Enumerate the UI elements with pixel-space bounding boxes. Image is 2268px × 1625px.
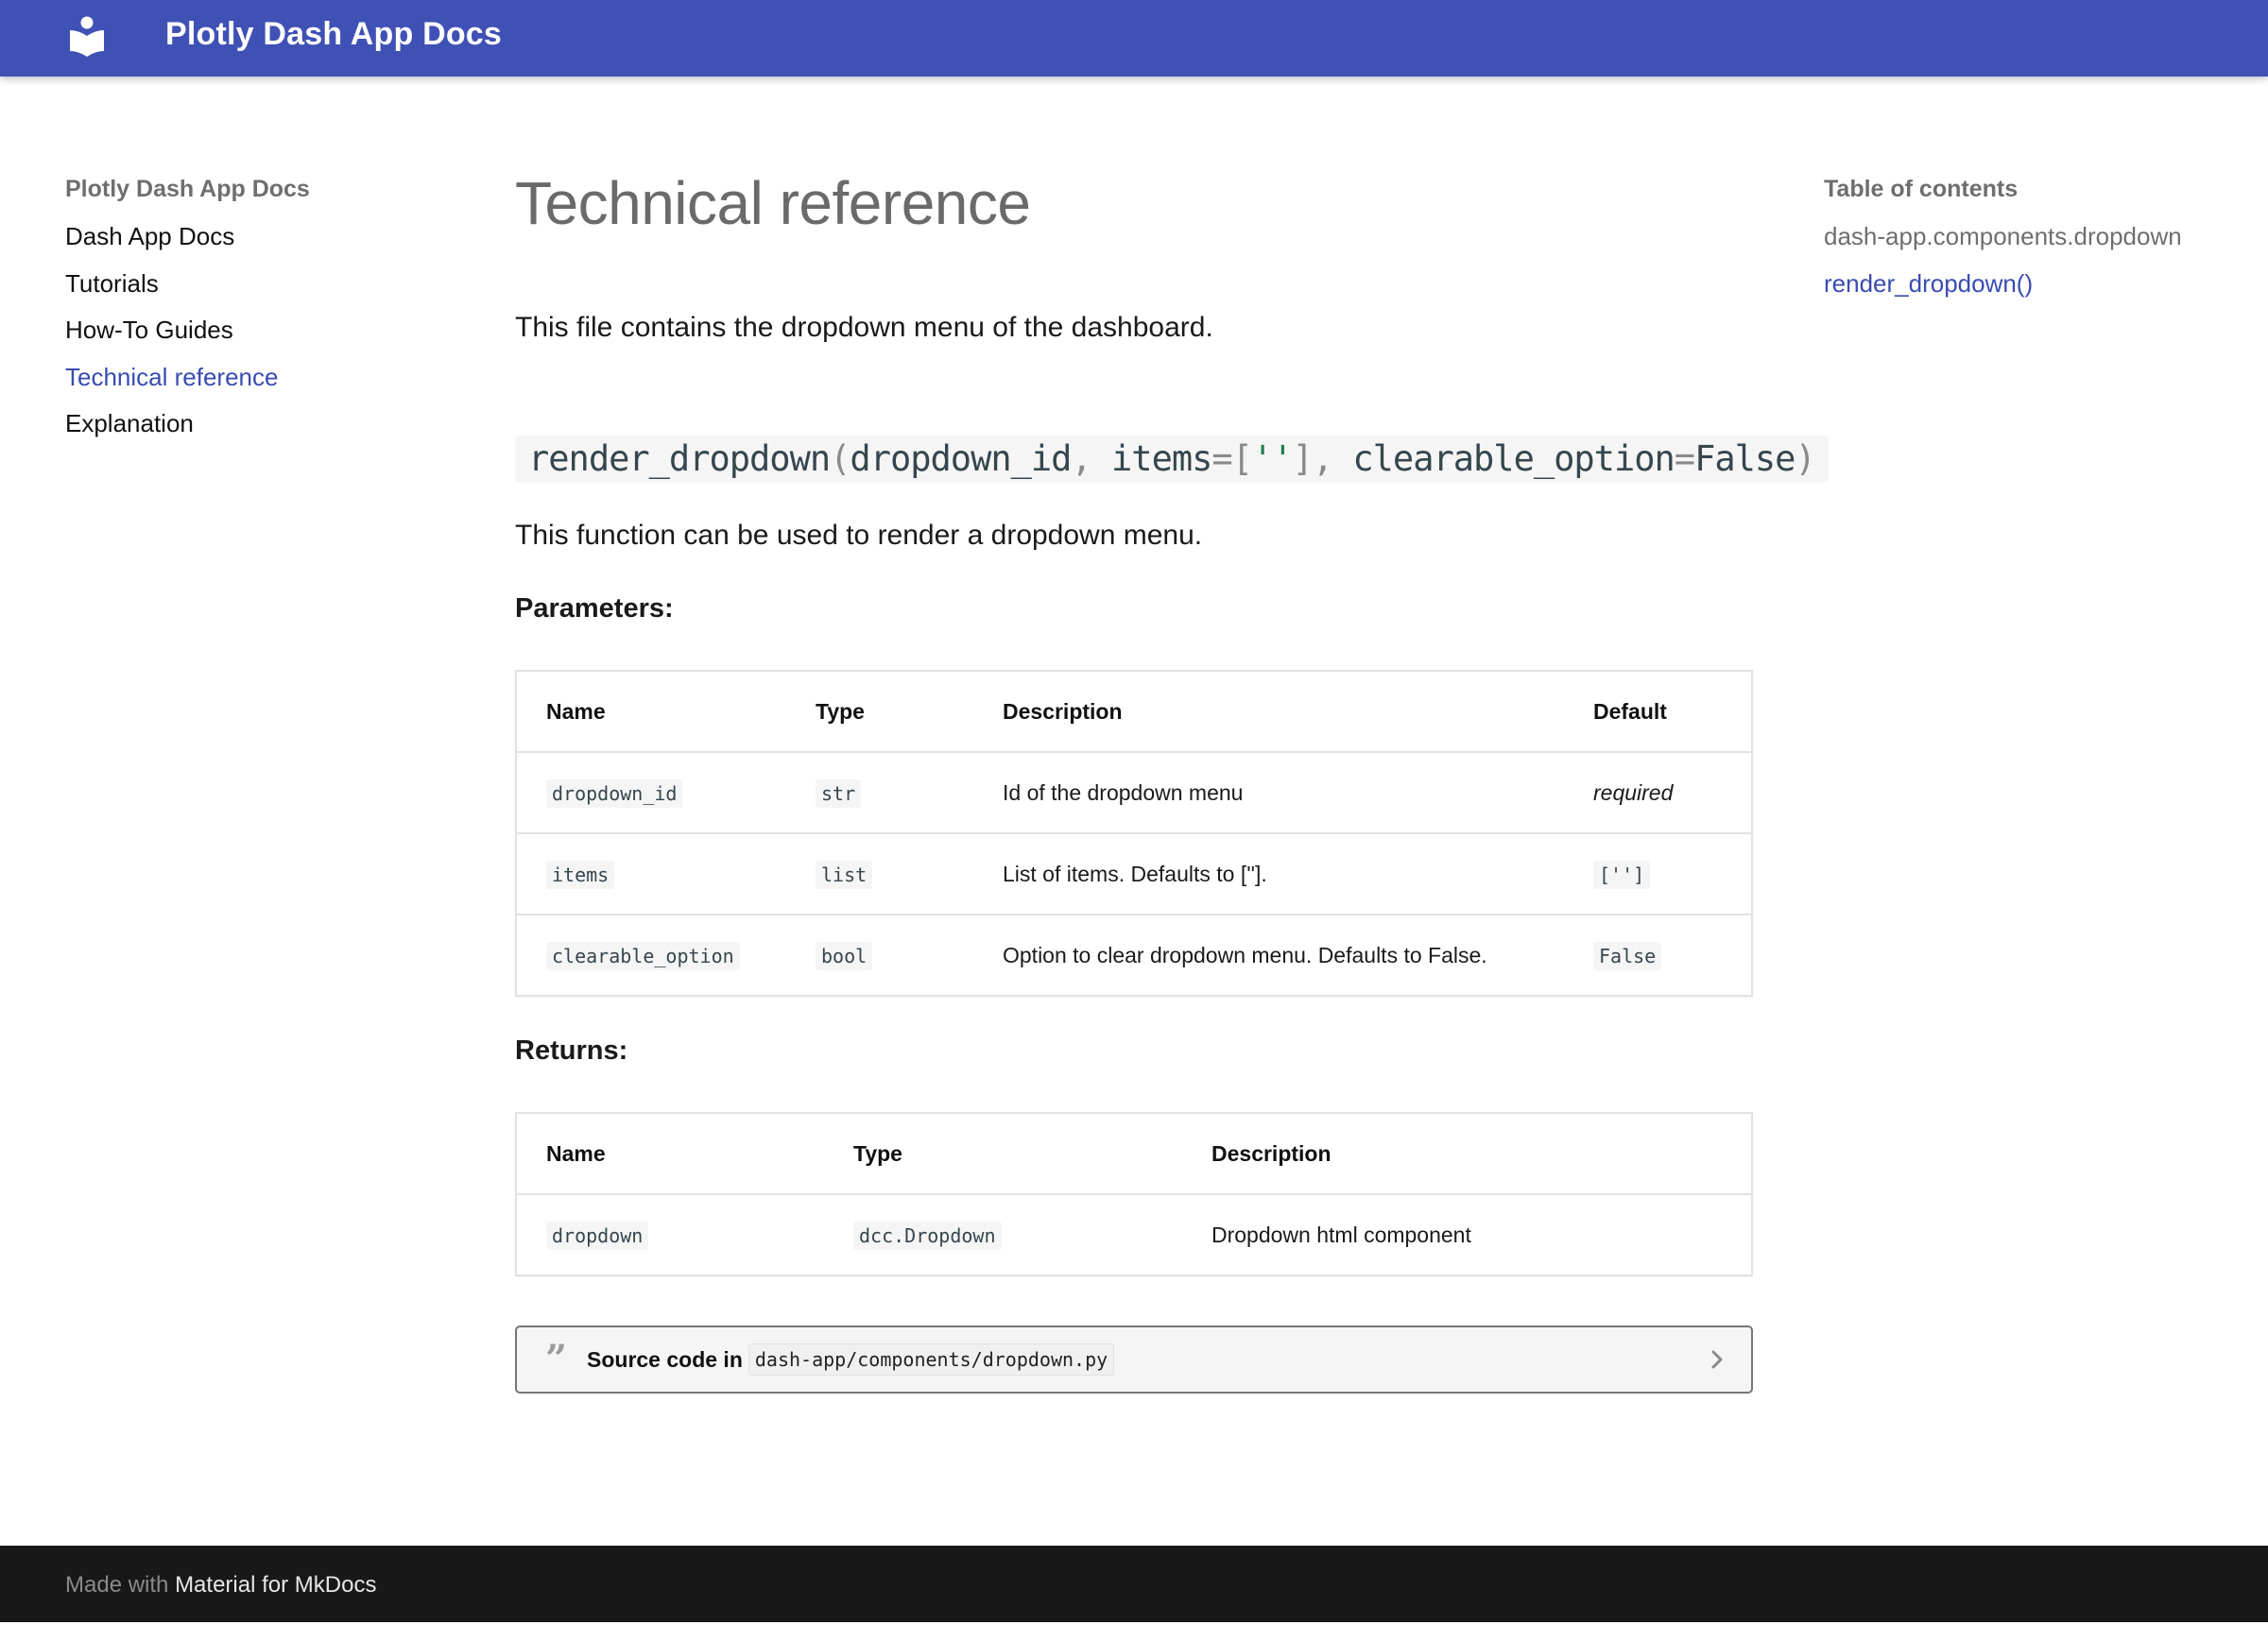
return-type-code: dcc.Dropdown	[853, 1221, 1002, 1250]
cell-default: required	[1564, 752, 1752, 834]
return-name-code: dropdown	[546, 1221, 649, 1250]
param-default-required: required	[1593, 779, 1674, 805]
table-row: dropdown dcc.Dropdown Dropdown html comp…	[516, 1194, 1752, 1275]
material-mkdocs-link[interactable]: Material for MkDocs	[175, 1572, 376, 1598]
param-dropdown-id: dropdown_id	[850, 438, 1072, 479]
cell-name: items	[516, 833, 786, 915]
paren-open: (	[830, 438, 850, 479]
page-title: Technical reference	[515, 169, 1031, 237]
footer: Made with Material for MkDocs	[0, 1546, 2268, 1622]
column-header-default: Default	[1564, 671, 1752, 753]
home-logo-link[interactable]	[68, 15, 106, 59]
param-description: List of items. Defaults to [''].	[973, 833, 1564, 915]
cell-type: dcc.Dropdown	[824, 1194, 1182, 1275]
function-name: render_dropdown	[528, 438, 831, 479]
cell-type: list	[786, 833, 973, 915]
quote-icon: ”	[545, 1337, 567, 1381]
equals: =	[1674, 438, 1695, 479]
column-header-type: Type	[786, 671, 973, 753]
toc-item-module[interactable]: dash-app.components.dropdown	[1824, 217, 2240, 265]
returns-heading: Returns:	[515, 1035, 628, 1066]
cell-name: dropdown_id	[516, 752, 786, 834]
comma: ,	[1312, 438, 1333, 479]
bracket-close: ]	[1292, 438, 1314, 479]
column-header-type: Type	[824, 1113, 1182, 1195]
param-type-code: list	[816, 860, 873, 889]
source-code-expander[interactable]: ” Source code in dash-app/components/dro…	[515, 1326, 1753, 1394]
intro-text: This file contains the dropdown menu of …	[515, 312, 1213, 343]
param-clearable-option: clearable_option	[1332, 438, 1675, 479]
comma: ,	[1071, 438, 1091, 479]
nav-title: Plotly Dash App Docs	[65, 176, 310, 202]
cell-type: str	[786, 752, 973, 834]
nav-item-tutorials[interactable]: Tutorials	[65, 265, 424, 312]
bracket-open: [	[1231, 438, 1253, 479]
nav-item-technical-reference[interactable]: Technical reference	[65, 358, 424, 405]
cell-name: clearable_option	[516, 915, 786, 996]
param-items: items	[1091, 438, 1212, 479]
main-content: Technical reference This file contains t…	[515, 161, 1829, 1394]
param-type-code: str	[816, 778, 862, 808]
param-default-code: False	[1593, 941, 1662, 970]
param-name-code: clearable_option	[546, 941, 740, 970]
source-path: dash-app/components/dropdown.py	[747, 1343, 1115, 1376]
param-name-code: dropdown_id	[546, 778, 683, 808]
table-of-contents: Table of contents dash-app.components.dr…	[1824, 170, 2240, 311]
chevron-right-icon[interactable]	[1708, 1348, 1727, 1371]
cell-name: dropdown	[516, 1194, 824, 1275]
table-row: clearable_option bool Option to clear dr…	[516, 915, 1752, 996]
source-code-label: Source code in	[587, 1346, 743, 1372]
column-header-description: Description	[1182, 1113, 1752, 1195]
function-signature: render_dropdown(dropdown_id, items=[''],…	[515, 436, 1829, 483]
param-default-code: ['']	[1593, 860, 1651, 889]
parameters-table: Name Type Description Default dropdown_i…	[515, 670, 1753, 997]
default-false: False	[1694, 438, 1796, 479]
nav-item-dash-app-docs[interactable]: Dash App Docs	[65, 217, 424, 265]
column-header-description: Description	[973, 671, 1564, 753]
param-type-code: bool	[816, 941, 873, 970]
column-header-name: Name	[516, 671, 786, 753]
cell-default: ['']	[1564, 833, 1752, 915]
toc-title: Table of contents	[1824, 176, 2019, 202]
table-row: dropdown_id str Id of the dropdown menu …	[516, 752, 1752, 834]
paren-close: )	[1795, 438, 1815, 479]
footer-prefix: Made with	[65, 1572, 169, 1598]
param-name-code: items	[546, 860, 615, 889]
cell-default: False	[1564, 915, 1752, 996]
primary-navigation: Plotly Dash App Docs Dash App Docs Tutor…	[65, 170, 424, 452]
cell-type: bool	[786, 915, 973, 996]
toc-item-render-dropdown[interactable]: render_dropdown()	[1824, 265, 2240, 312]
string-literal: ''	[1251, 438, 1294, 479]
function-description: This function can be used to render a dr…	[515, 520, 1203, 551]
returns-table: Name Type Description dropdown dcc.Dropd…	[515, 1112, 1753, 1276]
site-title[interactable]: Plotly Dash App Docs	[165, 0, 502, 68]
return-description: Dropdown html component	[1211, 1222, 1471, 1247]
parameters-heading: Parameters:	[515, 593, 674, 624]
nav-item-explanation[interactable]: Explanation	[65, 404, 424, 452]
table-row: items list List of items. Defaults to ['…	[516, 833, 1752, 915]
equals: =	[1211, 438, 1232, 479]
nav-item-how-to-guides[interactable]: How-To Guides	[65, 311, 424, 358]
param-description: Option to clear dropdown menu. Defaults …	[1003, 942, 1487, 967]
column-header-name: Name	[516, 1113, 824, 1195]
footer-credit: Made with Material for MkDocs	[65, 1546, 376, 1625]
top-header: Plotly Dash App Docs	[0, 0, 2268, 77]
param-description: Id of the dropdown menu	[973, 752, 1564, 834]
table-header-row: Name Type Description	[516, 1113, 1752, 1195]
book-reader-icon	[70, 16, 104, 57]
table-header-row: Name Type Description Default	[516, 671, 1752, 753]
